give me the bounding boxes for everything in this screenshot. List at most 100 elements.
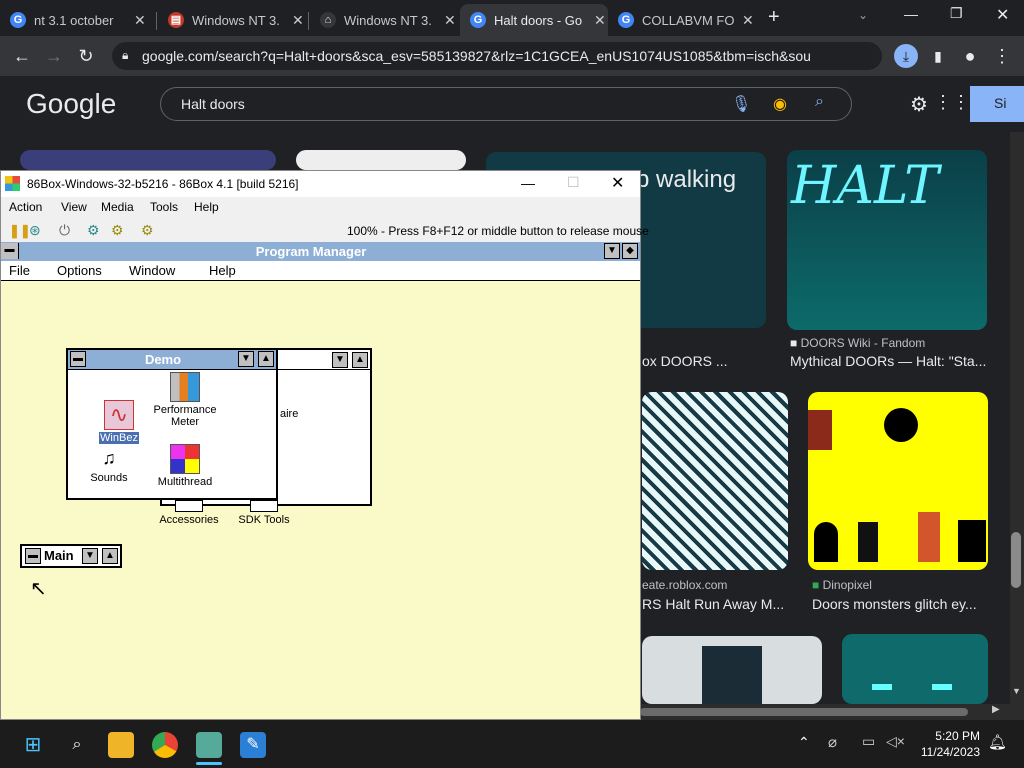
restore-icon[interactable]: ❐ (950, 5, 963, 22)
menu-help[interactable]: Help (209, 263, 236, 278)
tab-3[interactable]: ⌂ Windows NT 3. ✕ (310, 4, 460, 36)
result-image[interactable] (808, 392, 988, 570)
address-bar[interactable]: 🔒︎ google.com/search?q=Halt+doors&sca_es… (112, 42, 882, 70)
display-icon[interactable]: ▭ (862, 733, 875, 750)
volume-icon[interactable]: ◁× (886, 733, 905, 750)
vertical-scrollbar[interactable]: ▼ (1010, 132, 1024, 720)
menu-file[interactable]: File (9, 263, 30, 278)
multithread-icon[interactable]: Multithread (150, 444, 220, 488)
search-icon[interactable]: ⌕ (64, 732, 90, 758)
result-image[interactable] (842, 634, 988, 704)
show-hidden-icons-icon[interactable]: ⌃ (798, 734, 810, 751)
maximize-icon[interactable]: ▲ (258, 351, 274, 367)
horizontal-scrollbar[interactable]: ▶ (640, 704, 1010, 720)
menu-media[interactable]: Media (101, 200, 134, 214)
card-source[interactable]: ■ DOORS Wiki - Fandom (790, 336, 925, 350)
tab-5[interactable]: G COLLABVM FO ✕ (608, 4, 758, 36)
result-image[interactable]: HALT (787, 150, 987, 330)
maximize-icon[interactable]: ◆ (622, 243, 638, 259)
minimize-icon[interactable]: ▼ (604, 243, 620, 259)
tab-4-active[interactable]: G Halt doors - Go ✕ (460, 4, 608, 36)
minimize-icon[interactable]: ▼ (238, 351, 254, 367)
86box-taskbar-icon[interactable] (196, 732, 222, 758)
card-title[interactable]: Mythical DOORs — Halt: "Sta... (790, 353, 990, 369)
new-tab-button[interactable]: + (768, 6, 780, 29)
winbez-icon[interactable]: ∿ WinBez (84, 400, 154, 444)
minimize-icon[interactable]: ▼ (82, 548, 98, 564)
minimize-icon[interactable]: ▼ (332, 352, 348, 368)
maximize-icon[interactable]: ☐ (567, 174, 580, 191)
performance-meter-icon[interactable]: Performance Meter (150, 372, 220, 428)
close-window-icon[interactable]: ✕ (611, 173, 624, 193)
maximize-icon[interactable]: ▲ (102, 548, 118, 564)
card-title[interactable]: Doors monsters glitch ey... (812, 596, 992, 612)
system-menu-icon[interactable]: ▬ (25, 548, 41, 564)
close-icon[interactable]: ✕ (444, 12, 456, 29)
back-icon[interactable]: ← (10, 44, 34, 68)
card-source[interactable]: ■ Dinopixel (812, 578, 872, 592)
clock-date[interactable]: 11/24/2023 (910, 745, 980, 759)
maximize-icon[interactable]: ▲ (352, 352, 368, 368)
download-icon[interactable]: ⤓ (894, 44, 918, 68)
scroll-thumb[interactable] (1011, 532, 1021, 588)
chrome-icon[interactable] (152, 732, 178, 758)
google-logo[interactable]: Google (26, 88, 116, 120)
scroll-thumb[interactable] (640, 708, 968, 716)
settings-icon[interactable]: ⚙ (141, 222, 154, 239)
close-icon[interactable]: ✕ (292, 12, 304, 29)
clock-time[interactable]: 5:20 PM (916, 729, 980, 743)
network-icon[interactable]: ⌀ (828, 733, 837, 751)
tab-1[interactable]: G nt 3.1 october ✕ (0, 4, 156, 36)
mic-icon[interactable]: 🎙︎ (731, 94, 751, 114)
pause-icon[interactable]: ❚❚ (9, 223, 31, 239)
system-menu-icon[interactable]: ▬ (70, 351, 86, 367)
menu-options[interactable]: Options (57, 263, 102, 278)
menu-action[interactable]: Action (9, 200, 42, 214)
card-title[interactable]: ox DOORS ... (642, 353, 782, 369)
sounds-icon[interactable]: ♫ Sounds (74, 446, 144, 484)
card-title[interactable]: RS Halt Run Away M... (642, 596, 792, 612)
settings-icon[interactable]: ⚙︎ (910, 92, 928, 117)
menu-view[interactable]: View (61, 200, 87, 214)
settings-icon[interactable]: ⚙ (87, 222, 100, 239)
demo-group-window[interactable]: ▬ Demo ▼ ▲ ∿ WinBez Performance Meter ♫ … (66, 348, 278, 500)
search-icon[interactable]: ⌕ (815, 93, 824, 111)
result-image[interactable] (642, 636, 822, 704)
profile-icon[interactable]: ● (958, 44, 982, 68)
more-menu-icon[interactable]: ⋮ (990, 44, 1014, 68)
notification-bell-icon[interactable]: 🔔︎ (988, 733, 1007, 751)
file-explorer-icon[interactable] (108, 732, 134, 758)
sdk-tools-group-icon[interactable]: SDK Tools (229, 500, 299, 526)
menu-help[interactable]: Help (194, 200, 219, 214)
scroll-right-icon[interactable]: ▶ (992, 704, 1000, 715)
result-image[interactable] (20, 150, 276, 170)
power-icon[interactable]: ⏻ (59, 222, 70, 239)
lens-icon[interactable]: ◉ (773, 94, 787, 114)
close-icon[interactable]: ✕ (742, 12, 754, 29)
paint-icon[interactable]: ✎ (240, 732, 266, 758)
result-image[interactable] (642, 392, 788, 570)
close-window-icon[interactable]: ✕ (996, 5, 1009, 25)
reload-icon[interactable]: ↻ (74, 44, 98, 68)
close-icon[interactable]: ✕ (594, 12, 606, 29)
forward-icon[interactable]: → (42, 44, 66, 68)
menu-tools[interactable]: Tools (150, 200, 178, 214)
start-windows-icon[interactable]: ⊞ (20, 732, 46, 758)
settings-icon[interactable]: ⚙ (111, 222, 124, 239)
side-panel-icon[interactable]: ▮ (926, 44, 950, 68)
scroll-down-icon[interactable]: ▼ (1012, 686, 1021, 696)
apps-grid-icon[interactable]: ⋮⋮ (934, 92, 970, 113)
minimize-icon[interactable]: — (904, 6, 918, 22)
close-icon[interactable]: ✕ (134, 12, 146, 29)
main-group-minimized[interactable]: ▬ Main ▼ ▲ (20, 544, 122, 568)
menu-window[interactable]: Window (129, 263, 175, 278)
card-source[interactable]: eate.roblox.com (642, 578, 727, 592)
minimize-icon[interactable]: — (521, 175, 535, 191)
tab-2[interactable]: ▤ Windows NT 3. ✕ (158, 4, 308, 36)
tab-search-icon[interactable]: ⌄ (858, 8, 868, 22)
result-image[interactable] (296, 150, 466, 170)
accessories-group-icon[interactable]: Accessories (154, 500, 224, 526)
search-input[interactable]: Halt doors 🎙︎ ◉ ⌕ (160, 87, 852, 121)
group-icon-label[interactable]: aire (280, 408, 298, 420)
ctrl-alt-del-icon[interactable]: ⊛ (29, 222, 41, 239)
